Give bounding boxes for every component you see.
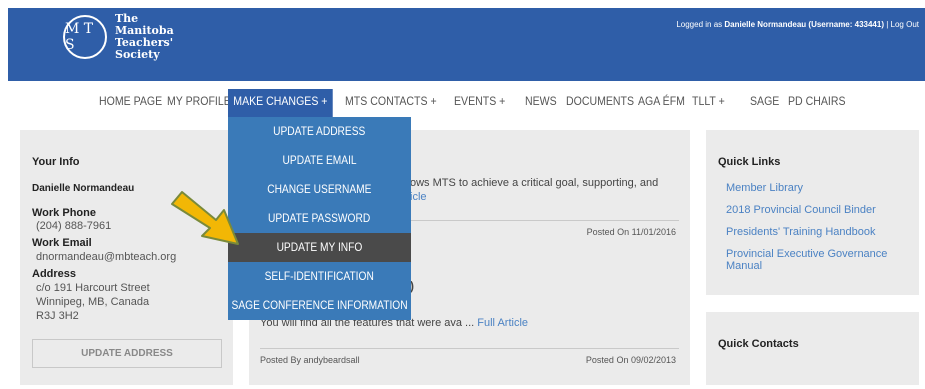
article-2-posted-date: Posted On 09/02/2013 xyxy=(585,355,676,365)
main-nav: HOME PAGE MY PROFILE MAKE CHANGES + MTS … xyxy=(0,81,925,121)
article-1-posted-date: Posted On 11/01/2016 xyxy=(586,227,676,237)
nav-tllt[interactable]: TLLT + xyxy=(692,94,725,108)
nav-my-profile[interactable]: MY PROFILE xyxy=(167,94,231,108)
menu-label: CHANGE USERNAME xyxy=(267,182,372,197)
address-line-3: R3J 3H2 xyxy=(36,310,79,322)
address-label: Address xyxy=(32,268,77,280)
quick-contacts-title: Quick Contacts xyxy=(718,338,799,350)
quick-link-council-binder[interactable]: 2018 Provincial Council Binder xyxy=(726,204,876,216)
menu-label: SELF-IDENTIFICATION xyxy=(264,269,375,284)
menu-sage-conference-information[interactable]: SAGE CONFERENCE INFORMATION xyxy=(228,291,411,320)
address-line-1: c/o 191 Harcourt Street xyxy=(36,282,150,294)
your-info-panel: Your Info Danielle Normandeau Work Phone… xyxy=(20,130,233,385)
menu-label: UPDATE PASSWORD xyxy=(268,211,371,226)
logged-in-prefix: Logged in as xyxy=(676,20,725,29)
menu-label: UPDATE EMAIL xyxy=(282,153,357,168)
work-phone-label: Work Phone xyxy=(32,207,96,219)
quick-contacts-panel: Quick Contacts xyxy=(706,312,919,385)
menu-update-password[interactable]: UPDATE PASSWORD xyxy=(228,204,411,233)
article-2-full-article-link[interactable]: Full Article xyxy=(477,317,528,329)
logo-letters: M T S xyxy=(65,21,94,53)
nav-aga-efm[interactable]: AGA ÉFM xyxy=(638,94,685,108)
pointer-arrow-icon xyxy=(171,191,239,245)
address-line-2: Winnipeg, MB, Canada xyxy=(36,296,150,308)
quick-link-member-library[interactable]: Member Library xyxy=(726,182,803,194)
article-2-author: Posted By andybeardsall xyxy=(260,355,360,365)
article-1-snippet: ows MTS to achieve a critical goal, supp… xyxy=(410,177,659,189)
mts-logo[interactable]: M T S The Manitoba Teachers' Society xyxy=(63,13,174,61)
menu-update-my-info[interactable]: UPDATE MY INFO xyxy=(228,233,411,262)
nav-mts-contacts[interactable]: MTS CONTACTS + xyxy=(345,94,437,108)
logout-link[interactable]: Log Out xyxy=(891,20,919,29)
update-address-button[interactable]: UPDATE ADDRESS xyxy=(32,339,222,368)
menu-label: UPDATE MY INFO xyxy=(276,240,363,255)
quick-links-panel: Quick Links Member Library 2018 Provinci… xyxy=(706,130,919,295)
nav-documents[interactable]: DOCUMENTS xyxy=(566,94,634,108)
nav-pd-chairs[interactable]: PD CHAIRS xyxy=(788,94,846,108)
menu-label: UPDATE ADDRESS xyxy=(273,124,366,139)
nav-news[interactable]: NEWS xyxy=(525,94,557,108)
user-display: Danielle Normandeau (Username: 433441) xyxy=(724,20,884,29)
quick-links-title: Quick Links xyxy=(718,156,781,168)
mts-logo-emblem: M T S xyxy=(63,15,107,59)
logo-line-4: Society xyxy=(115,48,160,61)
nav-sage[interactable]: SAGE xyxy=(750,94,779,108)
login-info: Logged in as Danielle Normandeau (Userna… xyxy=(676,20,919,29)
work-email-value: dnormandeau@mbteach.org xyxy=(36,251,177,263)
make-changes-dropdown: UPDATE ADDRESS UPDATE EMAIL CHANGE USERN… xyxy=(228,117,411,320)
work-phone-value: (204) 888-7961 xyxy=(36,220,112,232)
site-header: M T S The Manitoba Teachers' Society Log… xyxy=(8,8,925,81)
your-info-title: Your Info xyxy=(32,156,80,168)
member-name: Danielle Normandeau xyxy=(32,183,135,194)
quick-link-training-handbook[interactable]: Presidents' Training Handbook xyxy=(726,226,875,238)
divider xyxy=(260,348,679,349)
menu-self-identification[interactable]: SELF-IDENTIFICATION xyxy=(228,262,411,291)
quick-link-governance-manual[interactable]: Provincial Executive Governance Manual xyxy=(726,248,911,272)
menu-update-address[interactable]: UPDATE ADDRESS xyxy=(228,117,411,146)
menu-change-username[interactable]: CHANGE USERNAME xyxy=(228,175,411,204)
menu-update-email[interactable]: UPDATE EMAIL xyxy=(228,146,411,175)
logo-wordmark: The Manitoba Teachers' Society xyxy=(115,13,174,61)
nav-events[interactable]: EVENTS + xyxy=(454,94,505,108)
work-email-label: Work Email xyxy=(32,237,92,249)
article-1-link[interactable]: icle xyxy=(410,191,427,203)
menu-label: SAGE CONFERENCE INFORMATION xyxy=(231,298,408,313)
nav-home-page[interactable]: HOME PAGE xyxy=(99,94,162,108)
